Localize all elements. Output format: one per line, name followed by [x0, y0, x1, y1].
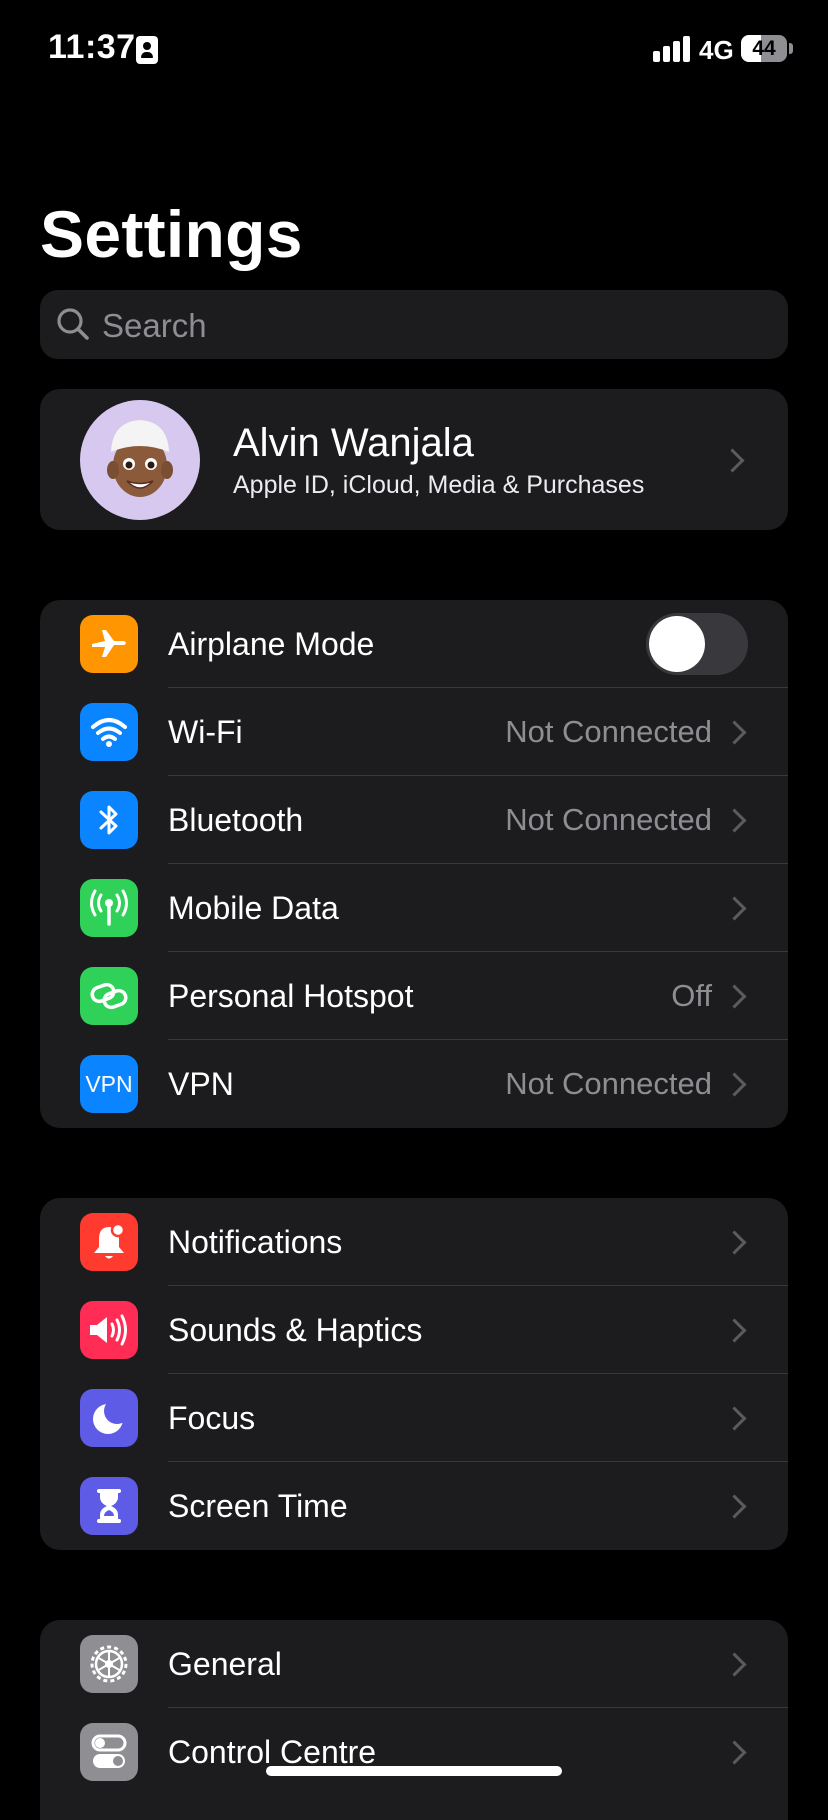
row-label: Notifications: [168, 1224, 343, 1260]
bell-icon: [80, 1213, 138, 1271]
settings-row-control-centre[interactable]: Control Centre: [40, 1708, 788, 1796]
home-indicator[interactable]: [266, 1766, 562, 1776]
wifi-icon: [80, 703, 138, 761]
vpn-icon-text: VPN: [85, 1071, 133, 1097]
row-value: Not Connected: [505, 802, 712, 837]
vpn-icon: VPN: [80, 1055, 138, 1113]
battery-percent: 44: [752, 37, 776, 60]
attention-group: Notifications Sounds & Haptics Focus Scr…: [40, 1198, 788, 1550]
toggles-icon: [80, 1723, 138, 1781]
row-label: Airplane Mode: [168, 626, 375, 662]
chevron-right-icon: [722, 1740, 747, 1765]
settings-row-mobile-data[interactable]: Mobile Data: [40, 864, 788, 952]
avatar: [80, 400, 200, 520]
status-time: 11:37: [48, 28, 136, 66]
page-title: Settings: [40, 197, 303, 271]
airplane-mode-toggle[interactable]: [646, 613, 748, 675]
settings-row-vpn[interactable]: VPN VPN Not Connected: [40, 1040, 788, 1128]
settings-row-personal-hotspot[interactable]: Personal Hotspot Off: [40, 952, 788, 1040]
moon-icon: [80, 1389, 138, 1447]
speaker-icon: [80, 1301, 138, 1359]
row-label: Control Centre: [168, 1734, 377, 1770]
hourglass-icon: [80, 1477, 138, 1535]
battery-icon: 44: [741, 35, 787, 62]
status-bar: 11:37 4G 44: [0, 0, 828, 100]
row-label: Bluetooth: [168, 802, 304, 838]
row-value: Off: [671, 978, 712, 1013]
settings-row-screen-time[interactable]: Screen Time: [40, 1462, 788, 1550]
chevron-right-icon: [722, 808, 747, 833]
row-label: Focus: [168, 1400, 256, 1436]
settings-row-bluetooth[interactable]: Bluetooth Not Connected: [40, 776, 788, 864]
settings-row-airplane-mode[interactable]: Airplane Mode: [40, 600, 788, 688]
search-bar[interactable]: [40, 290, 788, 361]
row-value: Not Connected: [505, 714, 712, 749]
row-value: Not Connected: [505, 1066, 712, 1101]
chevron-right-icon: [722, 984, 747, 1009]
system-group: General Control Centre: [40, 1620, 788, 1820]
row-label: General: [168, 1646, 282, 1682]
bluetooth-icon: [80, 791, 138, 849]
settings-row-wifi[interactable]: Wi-Fi Not Connected: [40, 688, 788, 776]
airplane-icon: [80, 615, 138, 673]
cellular-signal-icon: [653, 36, 691, 62]
chevron-right-icon: [722, 1230, 747, 1255]
search-icon: [57, 308, 89, 340]
settings-row-focus[interactable]: Focus: [40, 1374, 788, 1462]
chevron-right-icon: [722, 1406, 747, 1431]
settings-row-general[interactable]: General: [40, 1620, 788, 1708]
search-input[interactable]: [100, 290, 764, 361]
profile-name: Alvin Wanjala: [233, 421, 474, 465]
gear-icon: [80, 1635, 138, 1693]
hotspot-icon: [80, 967, 138, 1025]
chevron-right-icon: [722, 1494, 747, 1519]
chevron-right-icon: [722, 1652, 747, 1677]
settings-row-sounds-haptics[interactable]: Sounds & Haptics: [40, 1286, 788, 1374]
row-label: Wi-Fi: [168, 714, 243, 750]
chevron-right-icon: [722, 1318, 747, 1343]
row-label: Screen Time: [168, 1488, 348, 1524]
antenna-icon: [80, 879, 138, 937]
row-label: Sounds & Haptics: [168, 1312, 423, 1348]
chevron-right-icon: [722, 720, 747, 745]
battery-tip: [789, 43, 793, 54]
profile-subtitle: Apple ID, iCloud, Media & Purchases: [233, 471, 645, 499]
network-type: 4G: [699, 35, 734, 65]
row-label: Mobile Data: [168, 890, 339, 926]
contact-card-icon: [136, 36, 158, 64]
settings-row-notifications[interactable]: Notifications: [40, 1198, 788, 1286]
chevron-right-icon: [722, 896, 747, 921]
row-label: Personal Hotspot: [168, 978, 414, 1014]
row-label: VPN: [168, 1066, 234, 1102]
chevron-right-icon: [720, 448, 745, 473]
chevron-right-icon: [722, 1072, 747, 1097]
connectivity-group: Airplane Mode Wi-Fi Not Connected Blueto…: [40, 600, 788, 1128]
apple-id-card[interactable]: Alvin Wanjala Apple ID, iCloud, Media & …: [40, 389, 788, 530]
